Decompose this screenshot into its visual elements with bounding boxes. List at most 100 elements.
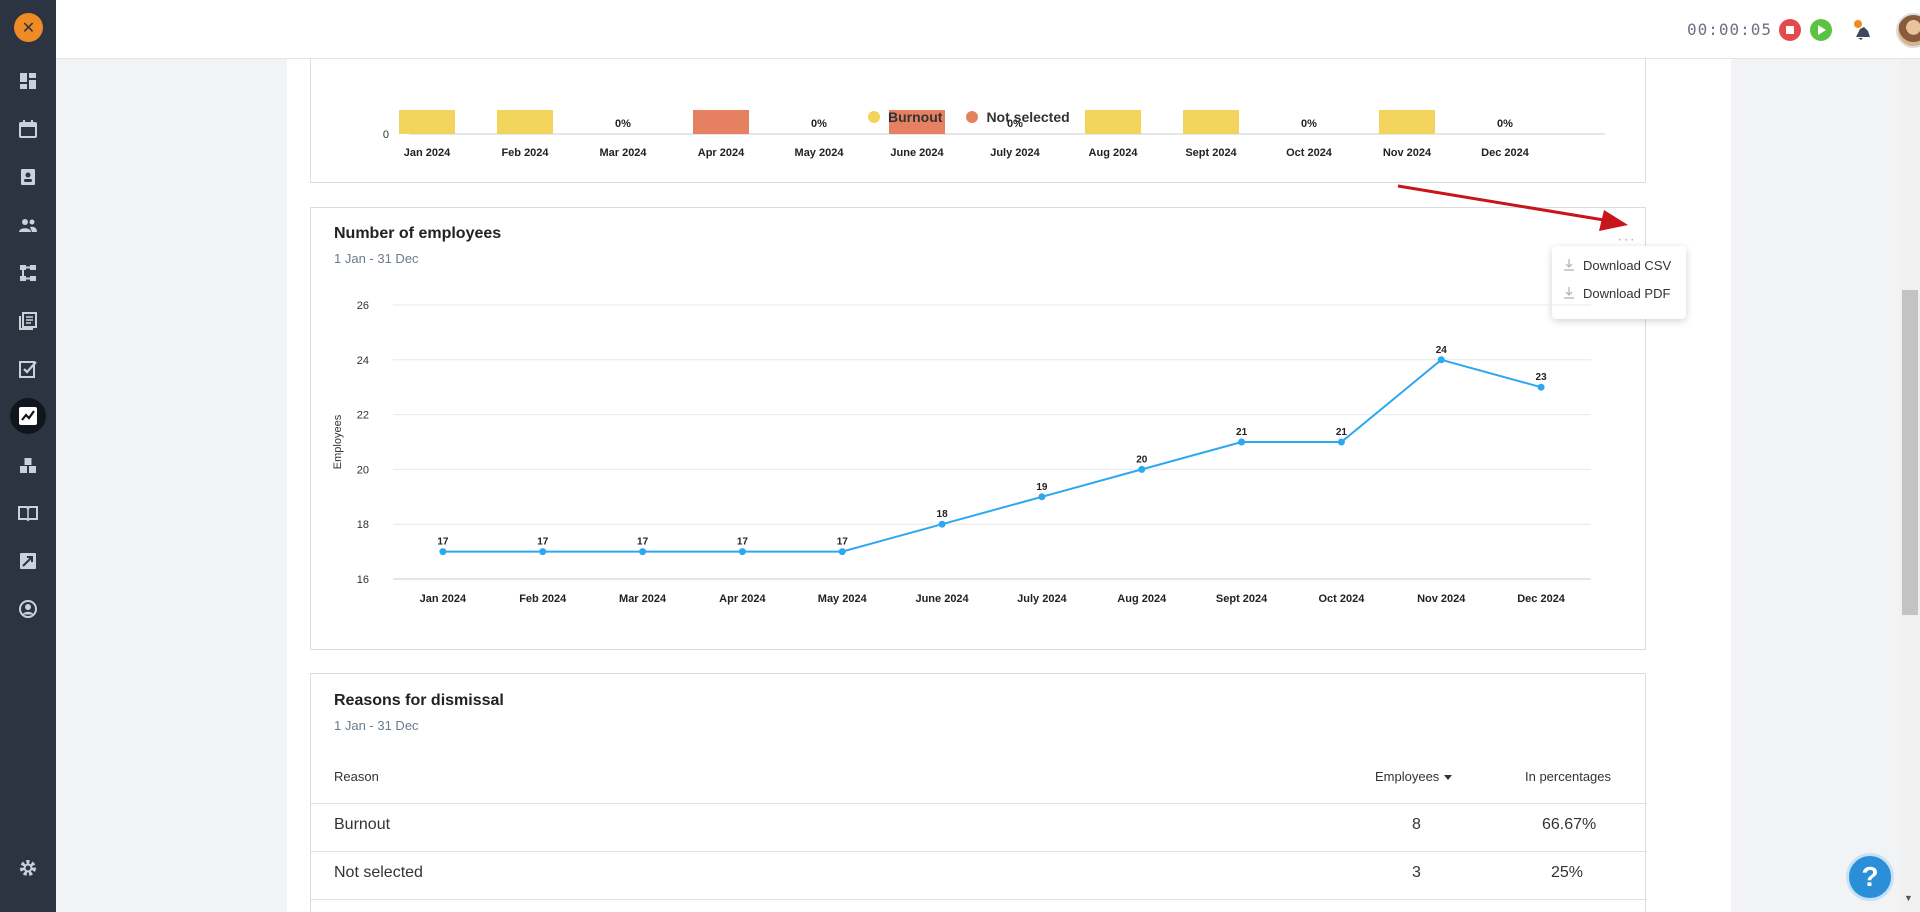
x-tick-label: Mar 2024 [619, 593, 667, 605]
timer-display: 00:00:05 [1687, 20, 1773, 39]
bar [693, 110, 749, 134]
data-point [539, 548, 547, 556]
legend-label-not-selected[interactable]: Not selected [986, 109, 1069, 125]
org-chart-icon[interactable] [13, 258, 43, 288]
x-tick-label: Dec 2024 [1517, 593, 1566, 605]
data-point [938, 520, 946, 528]
data-label: 17 [837, 537, 849, 548]
x-tick-label: July 2024 [1017, 593, 1067, 605]
x-tick-label: June 2024 [915, 593, 969, 605]
play-icon [1818, 25, 1826, 35]
documents-icon[interactable] [13, 306, 43, 336]
user-avatar[interactable] [1896, 13, 1920, 48]
row-divider [311, 851, 1647, 852]
x-tick-label: Nov 2024 [1383, 147, 1432, 159]
book-icon[interactable] [13, 498, 43, 528]
bar-data-label: 0% [615, 118, 631, 130]
y-tick-label: 24 [357, 355, 369, 367]
bar [1085, 110, 1141, 134]
stop-icon [1786, 26, 1794, 34]
help-button[interactable]: ? [1846, 853, 1894, 901]
x-tick-label: Feb 2024 [519, 593, 567, 605]
data-point [1437, 356, 1445, 364]
boxes-icon[interactable] [13, 450, 43, 480]
row-divider [311, 803, 1647, 804]
x-tick-label: May 2024 [795, 147, 845, 159]
data-label: 19 [1036, 482, 1048, 493]
x-tick-label: Sept 2024 [1185, 147, 1237, 159]
column-header-employees[interactable]: Employees [1375, 769, 1453, 784]
start-timer-button[interactable] [1810, 19, 1832, 41]
column-header-reason: Reason [334, 769, 379, 784]
legend-label-burnout[interactable]: Burnout [888, 109, 942, 125]
data-label: 17 [637, 537, 649, 548]
data-point [439, 548, 447, 556]
x-tick-label: Sept 2024 [1216, 593, 1268, 605]
reports-icon[interactable] [10, 398, 46, 434]
contacts-icon[interactable] [13, 162, 43, 192]
data-point [639, 548, 647, 556]
x-tick-label: Oct 2024 [1318, 593, 1365, 605]
legend-swatch-not-selected [966, 111, 979, 123]
data-point [1537, 383, 1545, 391]
row-divider [311, 899, 1647, 900]
x-tick-label: June 2024 [890, 147, 944, 159]
x-tick-label: July 2024 [990, 147, 1040, 159]
data-label: 21 [1336, 427, 1348, 438]
data-point [1038, 493, 1046, 501]
x-tick-label: Aug 2024 [1089, 147, 1139, 159]
profile-icon[interactable] [13, 594, 43, 624]
scrollbar-thumb[interactable] [1902, 290, 1918, 615]
scroll-down-arrow-icon[interactable]: ▼ [1904, 893, 1913, 903]
column-header-employees-label: Employees [1375, 769, 1440, 784]
data-point [1138, 465, 1146, 473]
trending-icon[interactable] [13, 546, 43, 576]
row-percent: 66.67% [1542, 816, 1597, 833]
x-tick-label: Dec 2024 [1481, 147, 1530, 159]
checklist-icon[interactable] [13, 354, 43, 384]
sidebar: ✕ [0, 0, 56, 912]
y-tick-label: 20 [357, 464, 369, 476]
y-tick-label: 0 [383, 129, 389, 141]
x-tick-label: Oct 2024 [1286, 147, 1333, 159]
people-icon[interactable] [13, 210, 43, 240]
dashboard-icon[interactable] [13, 66, 43, 96]
dismissal-chart-card: 0 Jan 2024 Feb 2024 0% Mar 2024 Apr 2024 0% May… [310, 59, 1646, 183]
data-label: 17 [437, 537, 449, 548]
sort-caret-icon [1444, 774, 1453, 780]
chart-legend: Burnout Not selected [868, 109, 1070, 125]
row-reason: Burnout [334, 816, 391, 833]
data-point [1238, 438, 1246, 446]
data-label: 23 [1536, 372, 1548, 383]
y-tick-label: 26 [357, 300, 369, 312]
bar-data-label: 0% [1301, 118, 1317, 130]
notifications-bell-icon[interactable] [1850, 18, 1874, 42]
x-tick-label: Mar 2024 [599, 147, 647, 159]
help-label: ? [1861, 861, 1879, 892]
row-employees: 8 [1412, 816, 1421, 833]
x-tick-label: Aug 2024 [1117, 593, 1167, 605]
data-label: 17 [537, 537, 549, 548]
card-title: Reasons for dismissal [334, 692, 504, 709]
card-title: Number of employees [334, 225, 502, 242]
x-tick-label: Nov 2024 [1417, 593, 1466, 605]
stop-timer-button[interactable] [1779, 19, 1801, 41]
data-label: 21 [1236, 427, 1248, 438]
row-percent: 25% [1551, 864, 1584, 881]
card-date-range: 1 Jan - 31 Dec [334, 718, 419, 733]
column-header-percent: In percentages [1525, 769, 1612, 784]
bar [497, 110, 553, 134]
x-tick-label: Feb 2024 [501, 147, 549, 159]
x-tick-label: May 2024 [818, 593, 868, 605]
gear-icon[interactable] [13, 853, 43, 883]
annotation-arrow [1397, 184, 1628, 231]
y-tick-label: 18 [357, 519, 369, 531]
app-logo[interactable]: ✕ [14, 13, 43, 42]
y-tick-label: 16 [357, 574, 369, 586]
row-reason: Not selected [334, 864, 423, 881]
report-page: 0 Jan 2024 Feb 2024 0% Mar 2024 Apr 2024 0% May… [287, 59, 1731, 912]
calendar-icon[interactable] [13, 114, 43, 144]
legend-swatch-burnout [868, 111, 880, 123]
bar-data-label: 0% [811, 118, 827, 130]
bar-data-label: 0% [1497, 118, 1513, 130]
